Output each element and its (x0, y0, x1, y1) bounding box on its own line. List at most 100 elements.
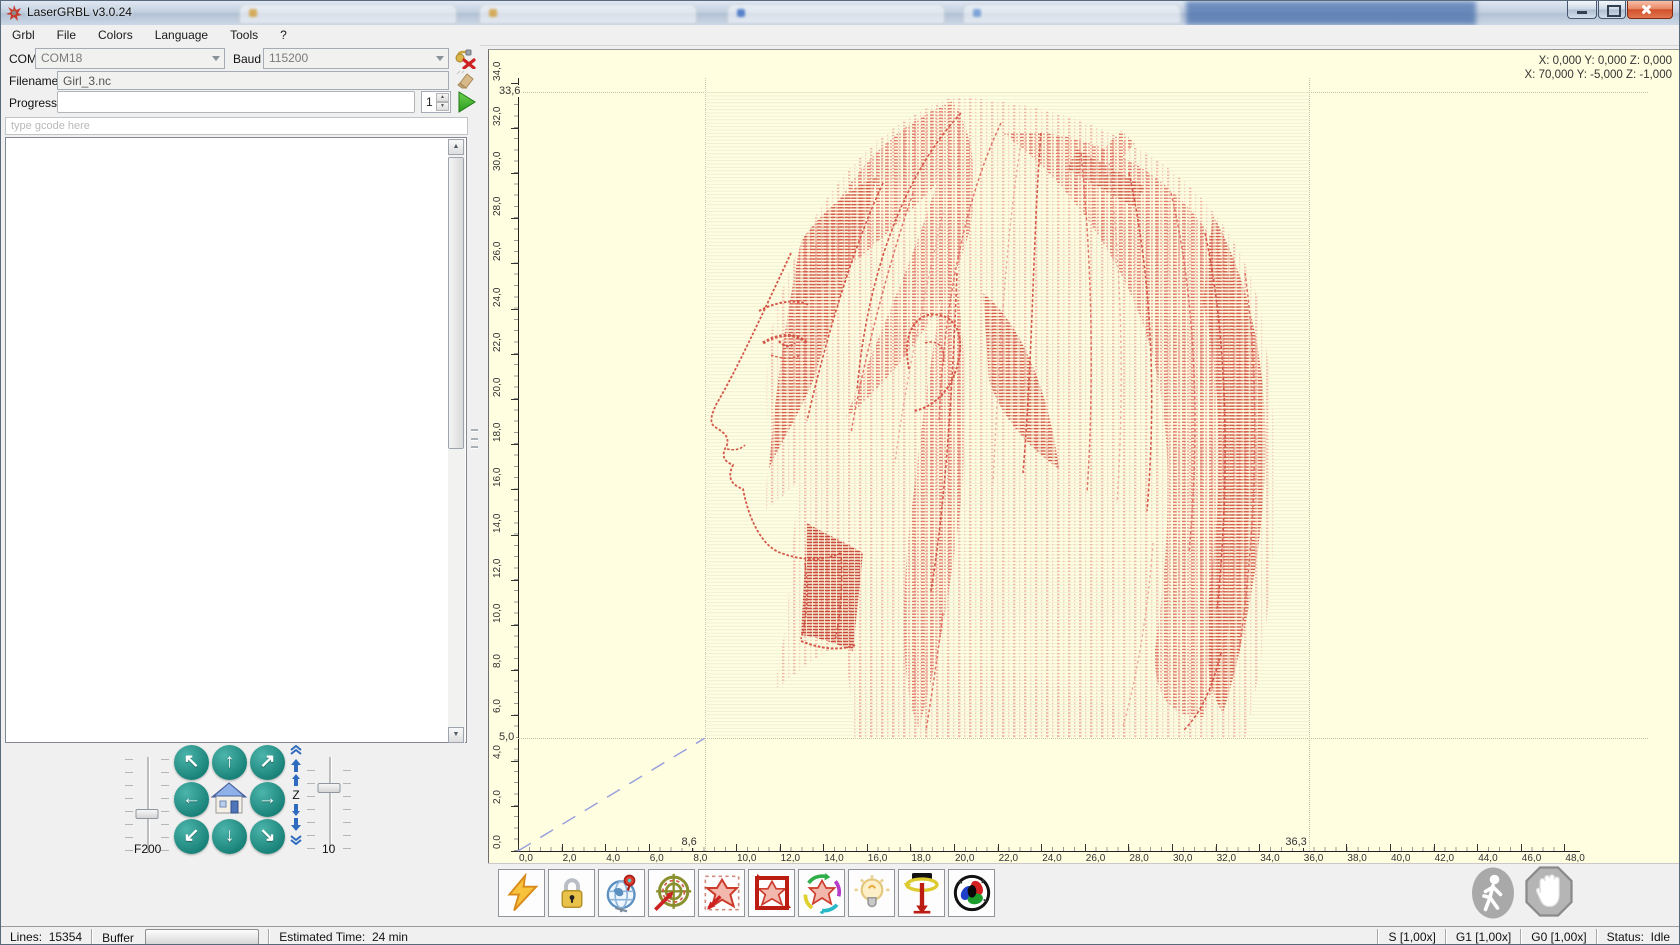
spinner-down-icon[interactable]: ▼ (436, 102, 449, 111)
x-tick-mark (910, 844, 912, 852)
x-tick-label: 42,0 (1434, 853, 1455, 863)
jog-down-button[interactable]: ↓ (212, 819, 247, 854)
z-up-medium-icon[interactable] (289, 758, 303, 773)
x-tick-label: 18,0 (911, 853, 931, 863)
step-size-slider[interactable] (307, 757, 351, 851)
y-tick-label: 2,0 (492, 789, 503, 804)
filename-value: Girl_3.nc (63, 74, 112, 88)
baud-label: Baud (233, 52, 262, 66)
z-up-fast-icon[interactable] (289, 745, 303, 758)
homing-button[interactable] (598, 869, 645, 917)
baud-select[interactable]: 115200 (263, 48, 449, 69)
y-tick-mark (511, 625, 519, 626)
filename-label: Filename (9, 74, 59, 88)
menu-grbl[interactable]: Grbl (1, 26, 46, 44)
background-favicon (489, 9, 497, 17)
jog-up-button[interactable]: ↑ (212, 745, 247, 780)
unlock-button[interactable] (548, 869, 595, 917)
scroll-down-icon[interactable]: ▼ (448, 727, 464, 743)
x-tick-label: 0,0 (519, 853, 533, 863)
maximize-button[interactable] (1598, 1, 1626, 19)
status-bar: Lines: 15354 Buffer Estimated Time: 24 m… (1, 926, 1679, 944)
status-value: Idle (1650, 930, 1670, 944)
log-scrollbar[interactable]: ▲ ▼ (448, 139, 465, 743)
z-down-icon[interactable] (290, 803, 302, 817)
light-bulb-icon (854, 875, 889, 908)
x-tick-label: 26,0 (1085, 853, 1106, 863)
frame-bbox-button[interactable] (748, 869, 795, 917)
bound-label-right: 36,3 (1283, 836, 1309, 848)
frame-outline-button[interactable] (698, 869, 745, 917)
title-bar[interactable]: LaserGRBL v3.0.24 (1, 1, 1679, 26)
y-tick-label: 16,0 (492, 467, 503, 488)
stop-hand-icon (1525, 866, 1573, 917)
g1-override[interactable]: G1 [1,00x] (1447, 929, 1520, 944)
z-down-medium-icon[interactable] (289, 817, 303, 832)
lines-count: Lines: 15354 (1, 929, 91, 944)
blink-rgb-button[interactable] (948, 869, 995, 917)
s-override[interactable]: S [1,00x] (1379, 929, 1444, 944)
control-panel: COM COM18 Baud 115200 Filename Girl_3.nc… (1, 45, 480, 926)
x-tick-mark (1215, 844, 1217, 852)
feedrate-slider[interactable] (125, 757, 169, 853)
x-tick-mark (1564, 844, 1566, 852)
x-tick-mark (1041, 844, 1043, 852)
y-tick-mark (511, 399, 519, 400)
g0-override[interactable]: G0 [1,00x] (1522, 929, 1595, 944)
scrollbar-thumb[interactable] (448, 157, 464, 449)
y-tick-label: 32,0 (492, 106, 503, 126)
jog-right-button[interactable]: → (250, 782, 285, 817)
gcode-command-input[interactable] (5, 117, 468, 135)
menu-colors[interactable]: Colors (87, 26, 144, 44)
passes-spinner[interactable]: 1 ▲ ▼ (421, 91, 451, 113)
jog-up-left-button[interactable]: ↖ (174, 745, 209, 780)
connect-icon[interactable] (454, 47, 476, 69)
com-port-select[interactable]: COM18 (35, 48, 225, 69)
x-tick-mark (866, 844, 868, 852)
spindle-focus-icon (903, 873, 939, 914)
engraving-preview[interactable]: X: 0,000 Y: 0,000 Z: 0,000 X: 70,000 Y: … (488, 49, 1679, 863)
jog-up-right-button[interactable]: ↗ (250, 745, 285, 780)
x-tick-label: 24,0 (1042, 853, 1062, 863)
progress-bar (57, 91, 415, 113)
z-up-icon[interactable] (290, 773, 302, 787)
y-tick-mark (511, 218, 519, 220)
jog-left-button[interactable]: ← (174, 782, 209, 817)
repeat-ring-star-icon (803, 873, 841, 914)
x-tick-mark (1084, 844, 1086, 852)
play-button[interactable] (457, 91, 477, 113)
jog-down-left-button[interactable]: ↙ (174, 819, 209, 854)
minimize-button[interactable] (1567, 1, 1597, 19)
job-run-button (1466, 865, 1520, 921)
rgb-wheel-icon (953, 874, 990, 912)
menu-language[interactable]: Language (144, 26, 219, 44)
lines-value: 15354 (48, 930, 83, 944)
menu-file[interactable]: File (46, 26, 87, 44)
y-tick-label: 24,0 (492, 287, 503, 307)
focus-zdown-button[interactable] (898, 869, 945, 917)
filename-field: Girl_3.nc (57, 71, 449, 90)
clear-file-eraser-icon[interactable] (456, 70, 476, 90)
jog-down-right-button[interactable]: ↘ (250, 819, 285, 854)
y-tick-label: 30,0 (492, 151, 503, 171)
grbl-reset-button[interactable] (498, 869, 545, 917)
frame-repeat-button[interactable] (798, 869, 845, 917)
menu-help[interactable]: ? (269, 26, 298, 44)
close-button[interactable] (1627, 1, 1673, 19)
z-down-fast-icon[interactable] (289, 832, 303, 845)
progress-label: Progress (9, 96, 58, 110)
spinner-up-icon[interactable]: ▲ (436, 93, 449, 102)
x-tick-label: 10,0 (737, 853, 757, 863)
background-browser-page (1186, 1, 1476, 25)
gcode-log[interactable]: ▲ ▼ (5, 137, 467, 743)
y-tick-label: 18,0 (492, 422, 503, 443)
set-zero-button[interactable] (648, 869, 695, 917)
panel-splitter[interactable] (471, 429, 478, 449)
app-icon (6, 5, 22, 21)
jog-home-button[interactable] (210, 781, 248, 816)
baud-value: 115200 (269, 51, 309, 65)
laser-bulb-button[interactable] (848, 869, 895, 917)
menu-tools[interactable]: Tools (219, 26, 269, 44)
passes-value: 1 (426, 95, 433, 109)
scroll-up-icon[interactable]: ▲ (448, 139, 464, 155)
